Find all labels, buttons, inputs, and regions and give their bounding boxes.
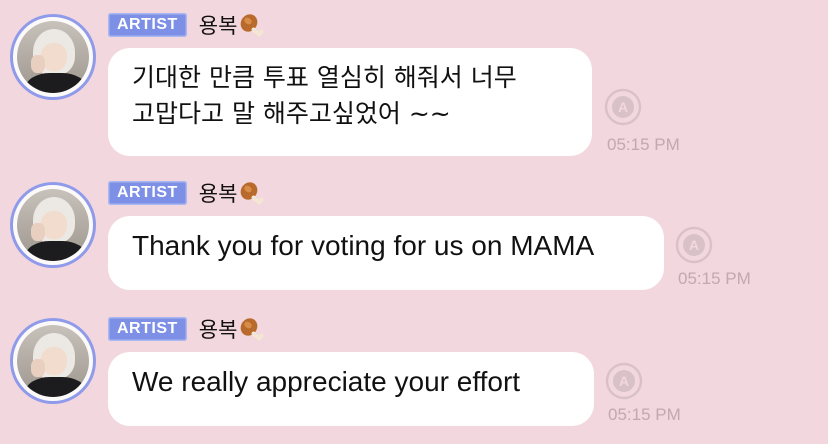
message-header: ARTIST 용복 [108, 316, 264, 342]
translate-icon[interactable]: A [605, 362, 643, 400]
message-text: We really appreciate your effort [132, 366, 521, 397]
svg-text:A: A [689, 237, 699, 253]
translate-icon[interactable]: A [675, 226, 713, 264]
svg-text:A: A [618, 99, 628, 115]
sender-name: 용복 [198, 318, 238, 342]
message-bubble: 기대한 만큼 투표 열심히 해줘서 너무 고맙다고 말 해주고싶었어 ~~ [108, 48, 592, 156]
timestamp: 05:15 PM [608, 405, 681, 424]
avatar-photo [17, 325, 89, 397]
drumstick-icon [241, 14, 264, 37]
avatar[interactable] [10, 14, 96, 100]
message-bubble: We really appreciate your effort [108, 352, 594, 426]
message-header: ARTIST 용복 [108, 12, 264, 38]
drumstick-icon [241, 318, 264, 341]
avatar-photo [17, 189, 89, 261]
avatar[interactable] [10, 318, 96, 404]
artist-badge: ARTIST [108, 13, 187, 37]
artist-badge: ARTIST [108, 317, 187, 341]
message-header: ARTIST 용복 [108, 180, 264, 206]
drumstick-icon [241, 182, 264, 205]
message-bubble: Thank you for voting for us on MAMA [108, 216, 664, 290]
sender-name: 용복 [198, 14, 238, 38]
timestamp: 05:15 PM [678, 269, 751, 288]
message-text: 고맙다고 말 해주고싶었어 ~~ [132, 99, 451, 128]
sender-name: 용복 [198, 182, 238, 206]
timestamp: 05:15 PM [607, 135, 680, 154]
message-text: 기대한 만큼 투표 열심히 해줘서 너무 [132, 63, 517, 92]
message-text: Thank you for voting for us on MAMA [132, 230, 595, 261]
artist-badge: ARTIST [108, 181, 187, 205]
avatar-photo [17, 21, 89, 93]
avatar[interactable] [10, 182, 96, 268]
svg-text:A: A [619, 373, 629, 389]
translate-icon[interactable]: A [604, 88, 642, 126]
